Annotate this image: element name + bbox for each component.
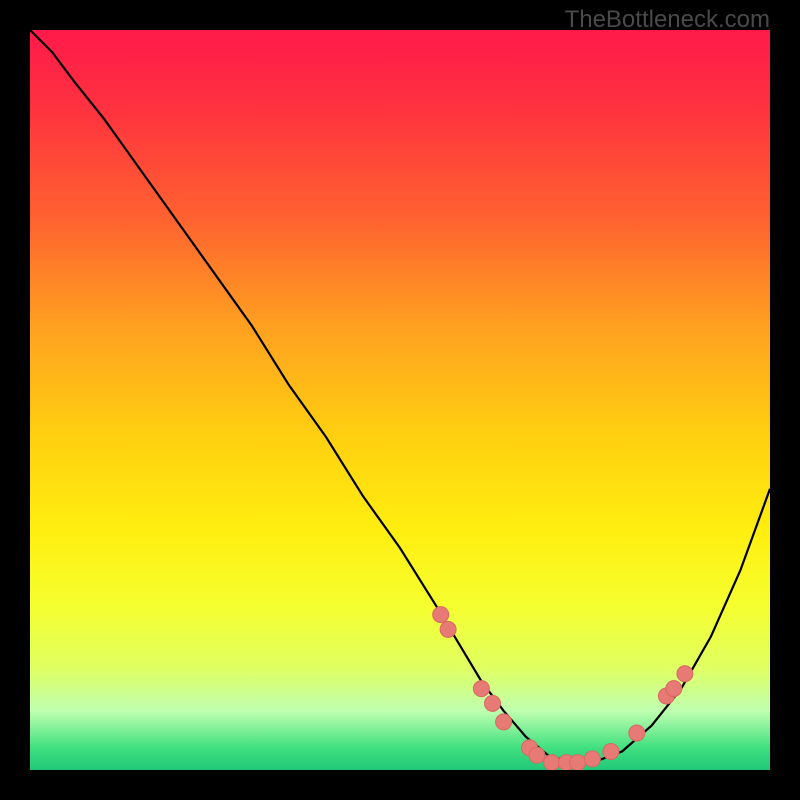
sample-point xyxy=(629,725,645,741)
sample-point xyxy=(473,681,489,697)
sample-point xyxy=(603,744,619,760)
sample-point xyxy=(496,714,512,730)
sample-point xyxy=(666,681,682,697)
sample-point xyxy=(570,755,586,770)
watermark-text: TheBottleneck.com xyxy=(565,6,770,34)
chart-plot-area xyxy=(30,30,770,770)
sample-point xyxy=(440,621,456,637)
sample-point xyxy=(433,607,449,623)
bottleneck-curve xyxy=(30,30,770,763)
sample-point xyxy=(584,751,600,767)
sample-point xyxy=(544,755,560,770)
sample-point xyxy=(485,695,501,711)
sample-points-group xyxy=(433,607,693,770)
bottleneck-chart-svg xyxy=(30,30,770,770)
sample-point xyxy=(677,666,693,682)
sample-point xyxy=(529,747,545,763)
